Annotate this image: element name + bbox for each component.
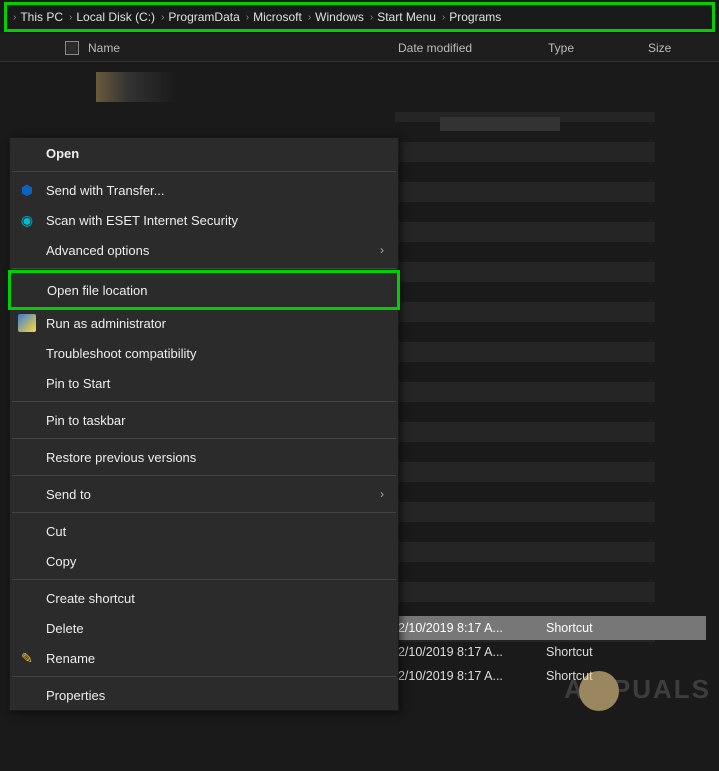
breadcrumb-item[interactable]: Local Disk (C:)› (76, 10, 164, 24)
column-size[interactable]: Size (648, 41, 698, 55)
file-date: 12/10/2019 8:17 A... (391, 669, 546, 683)
blurred-content (395, 112, 655, 662)
shield-icon (18, 314, 36, 332)
select-all-checkbox[interactable] (65, 41, 79, 55)
menu-label: Rename (46, 651, 95, 666)
file-date: 12/10/2019 8:17 A... (391, 645, 546, 659)
menu-rename[interactable]: ✎ Rename (10, 643, 398, 673)
menu-separator (12, 171, 396, 172)
menu-delete[interactable]: Delete (10, 613, 398, 643)
chevron-right-icon: › (380, 487, 384, 501)
menu-pin-start[interactable]: Pin to Start (10, 368, 398, 398)
eset-icon: ◉ (18, 211, 36, 229)
menu-separator (12, 268, 396, 269)
file-type: Shortcut (546, 645, 646, 659)
watermark: APUALS (564, 671, 711, 711)
menu-separator (12, 676, 396, 677)
menu-advanced-options[interactable]: Advanced options › (10, 235, 398, 265)
breadcrumb[interactable]: › This PC› Local Disk (C:)› ProgramData›… (4, 2, 715, 32)
menu-send-transfer[interactable]: ⬢ Send with Transfer... (10, 175, 398, 205)
column-date[interactable]: Date modified (398, 41, 548, 55)
file-type: Shortcut (546, 621, 646, 635)
menu-create-shortcut[interactable]: Create shortcut (10, 583, 398, 613)
file-date: 12/10/2019 8:17 A... (391, 621, 546, 635)
menu-properties[interactable]: Properties (10, 680, 398, 710)
menu-run-admin[interactable]: Run as administrator (10, 308, 398, 338)
menu-pin-taskbar[interactable]: Pin to taskbar (10, 405, 398, 435)
menu-separator (12, 475, 396, 476)
menu-scan-eset[interactable]: ◉ Scan with ESET Internet Security (10, 205, 398, 235)
menu-cut[interactable]: Cut (10, 516, 398, 546)
menu-separator (12, 438, 396, 439)
breadcrumb-item[interactable]: ProgramData› (168, 10, 249, 24)
breadcrumb-item[interactable]: Start Menu› (377, 10, 445, 24)
column-header-row: Name Date modified Type Size (0, 34, 719, 62)
breadcrumb-item[interactable]: Windows› (315, 10, 373, 24)
mascot-icon (579, 671, 619, 711)
breadcrumb-item[interactable]: Programs (449, 10, 501, 24)
menu-separator (12, 579, 396, 580)
menu-restore-previous[interactable]: Restore previous versions (10, 442, 398, 472)
column-type[interactable]: Type (548, 41, 648, 55)
column-name[interactable]: Name (58, 41, 398, 55)
dropbox-icon: ⬢ (18, 181, 36, 199)
menu-label: Send with Transfer... (46, 183, 165, 198)
breadcrumb-item[interactable]: This PC› (20, 10, 72, 24)
blurred-content (440, 117, 560, 131)
blurred-content (96, 72, 176, 102)
breadcrumb-item[interactable]: Microsoft› (253, 10, 311, 24)
menu-label: Send to (46, 487, 91, 502)
menu-label: Run as administrator (46, 316, 166, 331)
menu-separator (12, 512, 396, 513)
menu-send-to[interactable]: Send to › (10, 479, 398, 509)
chevron-right-icon: › (13, 12, 16, 23)
chevron-right-icon: › (380, 243, 384, 257)
menu-label: Scan with ESET Internet Security (46, 213, 238, 228)
menu-separator (12, 401, 396, 402)
menu-open-file-location[interactable]: Open file location (8, 270, 400, 310)
rename-icon: ✎ (18, 649, 36, 667)
menu-troubleshoot[interactable]: Troubleshoot compatibility (10, 338, 398, 368)
menu-label: Advanced options (46, 243, 149, 258)
menu-copy[interactable]: Copy (10, 546, 398, 576)
context-menu: Open ⬢ Send with Transfer... ◉ Scan with… (9, 137, 399, 711)
menu-open[interactable]: Open (10, 138, 398, 168)
